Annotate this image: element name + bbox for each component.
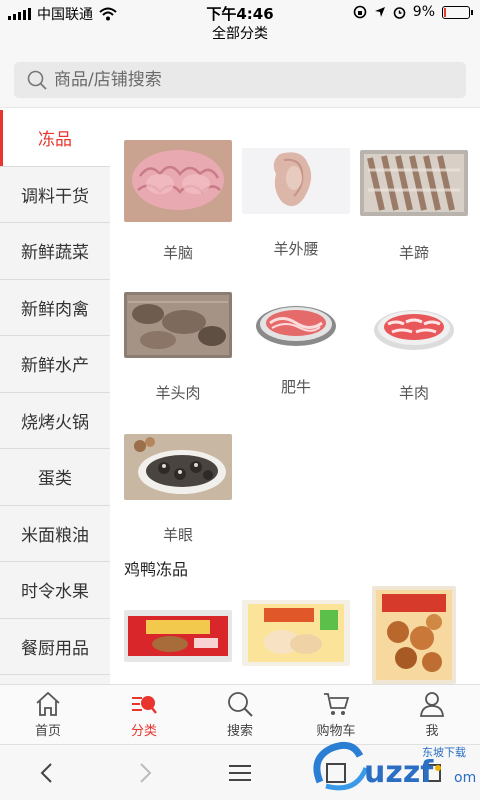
duck-pack-photo [372,586,456,684]
search-area [0,50,480,108]
sidebar-item-bbq-hotpot[interactable]: 烧烤火锅 [0,393,110,449]
menu-icon [229,764,251,781]
tab-label: 购物车 [316,724,356,739]
product-card[interactable]: 羊外腰 [240,148,352,259]
battery-percent: 9% [412,4,435,20]
sidebar-item-label: 餐厨用品 [21,638,89,659]
product-card[interactable]: 羊脑 [122,140,234,263]
chicken-pack-photo [124,610,232,662]
sidebar-item-label: 烧烤火锅 [21,412,89,433]
product-name: 肥牛 [280,378,311,396]
sidebar-item-label: 冻品 [38,130,72,151]
lamb-kidney-photo [242,148,350,214]
section-title: 鸡鸭冻品 [124,560,189,579]
lamb-trotter-photo [360,150,468,216]
watermark-logo: uzzf 东坡下载 om [313,741,476,791]
user-icon [420,692,444,717]
cart-icon [324,693,350,715]
forward-button[interactable] [96,760,192,786]
svg-text:om: om [454,770,476,786]
chevron-left-icon [40,762,52,783]
tab-label: 搜索 [226,724,253,739]
chevron-right-icon [140,762,152,783]
tab-category[interactable]: 分类 [96,685,192,744]
bottom-tab-bar: 首页 分类 搜索 购物车 我 [0,684,480,744]
tab-label: 分类 [130,724,157,739]
sidebar-item-label: 调料干货 [21,186,89,207]
sidebar-item-label: 新鲜水产 [21,356,89,377]
sidebar-item-label: 米面粮油 [21,525,89,546]
category-icon [132,696,157,714]
lamb-roll-photo [360,300,468,356]
svg-text:uzzf: uzzf [364,755,434,790]
location-icon [374,7,385,17]
category-sidebar: 冻品 调料干货 新鲜蔬菜 新鲜肉禽 新鲜水产 烧烤火锅 蛋类 米面粮油 时令水果… [0,110,110,684]
lamb-brain-photo [124,140,232,222]
product-name: 羊脑 [162,244,193,262]
sidebar-item-label: 蛋类 [38,469,72,490]
search-input[interactable] [54,70,434,90]
sidebar-item-eggs[interactable]: 蛋类 [0,449,110,506]
product-card[interactable] [122,610,234,666]
home-icon [36,691,60,716]
product-card[interactable]: 肥牛 [240,296,352,397]
tab-cart[interactable]: 购物车 [288,685,384,744]
sidebar-item-meat[interactable]: 新鲜肉禽 [0,280,110,336]
product-card[interactable]: 羊眼 [122,434,234,545]
status-right: 9% [353,4,473,20]
page-title: 全部分类 [0,24,480,50]
tab-label: 首页 [34,724,61,739]
tab-label: 我 [425,724,439,739]
status-bar: 中国联通 下午4:46 9% [0,0,480,26]
tab-me[interactable]: 我 [384,685,480,744]
svg-text:东坡下载: 东坡下载 [422,746,466,759]
product-card[interactable]: 羊头肉 [122,292,234,403]
sidebar-item-kitchenware[interactable]: 餐厨用品 [0,619,110,675]
product-name: 羊蹄 [398,244,429,262]
product-name: 羊肉 [398,384,429,402]
fat-beef-photo [242,296,350,352]
product-card[interactable]: 羊蹄 [358,150,470,263]
sidebar-item-seafood[interactable]: 新鲜水产 [0,336,110,393]
product-grid: 羊脑 羊外腰 羊蹄 羊头肉 肥牛 羊肉 羊眼 鸡鸭冻品 [110,110,480,684]
product-card[interactable]: 羊肉 [358,300,470,403]
sidebar-item-fruit[interactable]: 时令水果 [0,562,110,619]
sidebar-item-seasoning[interactable]: 调料干货 [0,167,110,223]
sidebar-item-frozen[interactable]: 冻品 [0,110,110,167]
product-card[interactable] [358,586,470,684]
search-icon [27,70,47,90]
product-name: 羊头肉 [155,384,201,402]
sidebar-item-label: 新鲜肉禽 [21,299,89,320]
sidebar-item-label: 新鲜蔬菜 [21,243,89,264]
sidebar-item-label: 时令水果 [21,582,89,603]
menu-button[interactable] [192,760,288,786]
search-icon [228,692,253,717]
search-box[interactable] [14,62,466,98]
alarm-icon [393,6,406,19]
lamb-eye-photo [124,434,232,500]
battery-icon [442,5,473,19]
product-name: 羊外腰 [273,240,319,258]
dumpling-pack-photo [242,600,350,666]
product-card[interactable] [240,600,352,670]
tab-home[interactable]: 首页 [0,685,96,744]
rotation-lock-icon [353,5,367,19]
product-name: 羊眼 [162,526,193,544]
back-button[interactable] [0,760,96,786]
sidebar-item-vegetables[interactable]: 新鲜蔬菜 [0,223,110,280]
lamb-head-meat-photo [124,292,232,358]
sidebar-item-grain-oil[interactable]: 米面粮油 [0,506,110,562]
tab-search[interactable]: 搜索 [192,685,288,744]
